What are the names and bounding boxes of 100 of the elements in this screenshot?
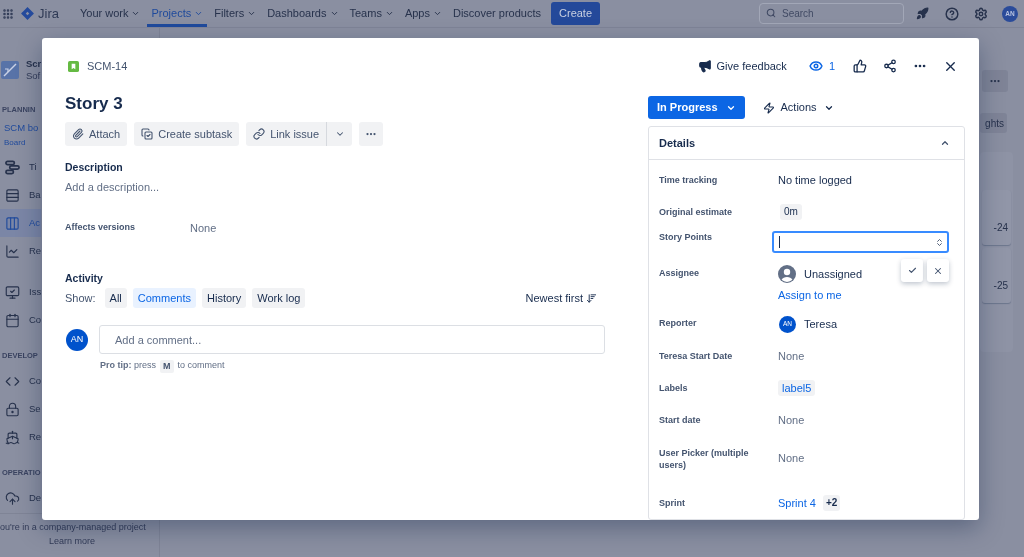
section-heading: Activity: [65, 271, 103, 286]
cancel-button[interactable]: [927, 259, 949, 282]
search-icon: [766, 8, 776, 18]
nav-menu-item[interactable]: Projects: [147, 0, 208, 27]
bookmark-icon: [68, 60, 79, 72]
search-field[interactable]: Search: [759, 3, 904, 24]
project-avatar-icon[interactable]: [1, 61, 19, 79]
product-name[interactable]: Jira: [38, 5, 59, 22]
activity-filter-tab[interactable]: All: [104, 288, 127, 308]
sidebar-item[interactable]: Ba: [0, 181, 41, 209]
sidebar-item[interactable]: De: [0, 484, 41, 512]
sort-button[interactable]: Newest first: [525, 289, 597, 307]
details-header[interactable]: Details: [649, 127, 964, 160]
sidebar-item[interactable]: Ti: [0, 153, 41, 181]
field-value: Unassigned: [804, 266, 863, 282]
issue-key: -25: [993, 280, 1008, 303]
field-label: Start date: [659, 414, 702, 426]
timeline-icon: [5, 159, 20, 175]
link-icon: [253, 128, 266, 140]
issue-key-link[interactable]: SCM-14: [87, 57, 128, 75]
watch-button[interactable]: 1: [807, 54, 836, 78]
megaphone-icon: [697, 59, 712, 73]
sort-icon: [586, 292, 597, 304]
sidebar-item[interactable]: Ac: [0, 209, 41, 237]
sidebar-item[interactable]: Se: [0, 395, 41, 423]
field-label: User Picker (multiple users): [659, 447, 750, 471]
activity-filter-tab[interactable]: Comments: [132, 288, 196, 308]
story-points-field[interactable]: [772, 231, 949, 253]
section-heading: Description: [65, 160, 123, 175]
chevron-down-icon: [131, 9, 141, 18]
field-value: No time logged: [778, 173, 852, 188]
sidebar-item[interactable]: Co: [0, 306, 41, 334]
help-icon[interactable]: [945, 6, 959, 21]
activity-filter-tab[interactable]: History: [202, 288, 247, 308]
actions-button[interactable]: Actions: [760, 96, 836, 119]
learn-more-link[interactable]: Learn more: [49, 535, 96, 547]
project-name: Scr: [26, 58, 42, 70]
field-label: Labels: [659, 382, 689, 394]
cloud-upload-icon: [5, 490, 20, 506]
field-value: None: [190, 220, 217, 236]
settings-icon[interactable]: [974, 6, 988, 21]
insights-button[interactable]: ghts: [980, 113, 1007, 133]
stepper-icon[interactable]: [935, 236, 944, 248]
footer-text: ou're in a company-managed project: [0, 521, 146, 533]
share-icon: [883, 59, 897, 73]
rocket-icon[interactable]: [916, 7, 929, 20]
label-tag[interactable]: label5: [778, 380, 816, 396]
issue-card[interactable]: -25: [982, 248, 1011, 303]
count-badge[interactable]: +2: [822, 495, 841, 511]
thumbs-up-icon: [853, 59, 867, 73]
give-feedback-button[interactable]: Give feedback: [697, 54, 787, 78]
sidebar-item[interactable]: Re: [0, 423, 41, 451]
board-switcher[interactable]: SCM bo Board: [0, 121, 41, 149]
app-switcher-icon[interactable]: [2, 7, 14, 20]
field-label: Story Points: [659, 231, 713, 243]
logo-icon[interactable]: [21, 7, 34, 20]
sidebar-item[interactable]: Re: [0, 237, 41, 265]
nav-menu-item[interactable]: Filters: [210, 0, 261, 27]
project-type: Sof: [26, 70, 42, 82]
lock-icon: [5, 401, 20, 417]
calendar-icon: [5, 312, 20, 328]
show-label: Show:: [65, 290, 96, 306]
create-button[interactable]: Create: [551, 2, 601, 25]
toolbar-button[interactable]: Create subtask: [134, 122, 240, 146]
comment-field[interactable]: Add a comment...: [99, 325, 605, 354]
toolbar-button[interactable]: Attach: [65, 122, 128, 146]
nav-menu-item[interactable]: Discover products: [449, 0, 546, 27]
description-field[interactable]: Add a description...: [65, 179, 605, 195]
chevron-down-icon: [334, 129, 345, 139]
sidebar-item[interactable]: Co: [0, 367, 41, 395]
check-icon: [907, 266, 917, 275]
assign-to-me-link[interactable]: Assign to me: [778, 287, 842, 303]
more-button[interactable]: [359, 122, 384, 146]
list-icon: [5, 187, 20, 203]
field-value: Teresa: [804, 316, 838, 332]
sprint-link[interactable]: Sprint 4: [778, 495, 816, 511]
close-icon: [933, 265, 943, 276]
status-button[interactable]: In Progress: [648, 96, 745, 119]
pro-tip-text: Pro tip: press: [100, 359, 156, 373]
nav-menu-item[interactable]: Teams: [345, 0, 398, 27]
toolbar-button[interactable]: Link issue: [246, 122, 327, 146]
user-avatar: AN: [66, 328, 88, 351]
columns-icon: [5, 215, 20, 231]
field-label: Sprint: [659, 497, 686, 509]
issue-card[interactable]: -24: [982, 190, 1011, 245]
activity-filter-tab[interactable]: Work log: [252, 288, 306, 308]
nav-menu-item[interactable]: Apps: [400, 0, 446, 27]
sidebar-item[interactable]: Iss: [0, 278, 41, 306]
issue-key: -24: [993, 222, 1008, 245]
issue-title: Story 3: [65, 93, 123, 115]
pro-tip-text: to comment: [177, 359, 225, 373]
chevron-down-icon: [384, 9, 394, 18]
field-label: Time tracking: [659, 174, 719, 186]
time-badge: 0m: [780, 204, 802, 220]
field-value: None: [778, 349, 805, 364]
nav-menu-item[interactable]: Dashboards: [263, 0, 343, 27]
chevron-down-icon: [194, 9, 204, 18]
nav-menu-item[interactable]: Your work: [75, 0, 145, 27]
chevron-down-icon: [433, 9, 442, 18]
confirm-button[interactable]: [901, 259, 923, 282]
